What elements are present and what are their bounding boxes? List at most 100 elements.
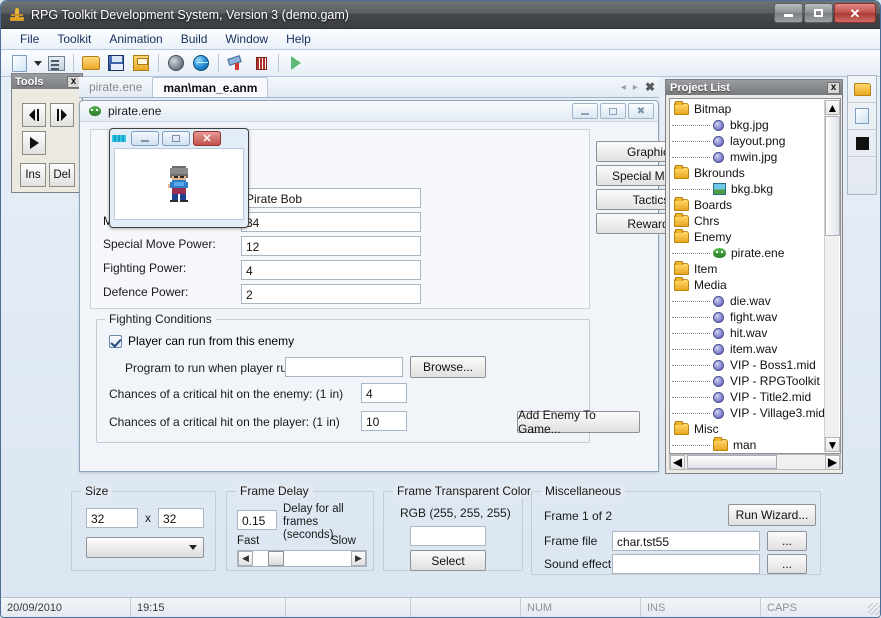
hscroll-thumb[interactable] — [687, 455, 777, 469]
select-color-button[interactable]: Select — [410, 550, 486, 571]
scroll-left-button[interactable]: ◀ — [670, 454, 685, 470]
tree-item[interactable]: die.wav — [672, 293, 840, 309]
tree-item[interactable]: Misc — [672, 421, 840, 437]
strip-folder-button[interactable] — [848, 76, 876, 103]
size-height-input[interactable]: 32 — [158, 508, 204, 528]
save-all-button[interactable] — [129, 52, 153, 74]
wizard-button[interactable] — [224, 52, 248, 74]
tree-item[interactable]: Bitmap — [672, 101, 840, 117]
menu-toolkit[interactable]: Toolkit — [48, 30, 100, 48]
tree-item[interactable]: Media — [672, 277, 840, 293]
tab-man-e-anm[interactable]: man\man_e.anm — [152, 77, 269, 97]
tab-close-icon[interactable]: ✖ — [645, 80, 655, 94]
tree-item[interactable]: mwin.jpg — [672, 149, 840, 165]
preview-maximize-button[interactable] — [162, 131, 190, 146]
menu-help[interactable]: Help — [277, 30, 320, 48]
defence-power-input[interactable]: 2 — [241, 284, 421, 304]
program-to-run-label: Program to run when player runs: — [125, 361, 304, 375]
size-width-input[interactable]: 32 — [86, 508, 138, 528]
special-move-power-input[interactable]: 12 — [241, 236, 421, 256]
scroll-up-button[interactable]: ▲ — [825, 100, 840, 115]
tree-item[interactable]: layout.png — [672, 133, 840, 149]
tree-item[interactable]: VIP - Title2.mid — [672, 389, 840, 405]
maximize-button[interactable] — [804, 3, 833, 23]
slider-right-arrow[interactable]: ▶ — [351, 551, 366, 566]
close-button[interactable]: ✕ — [834, 3, 876, 23]
mdi-close-button[interactable]: ✖ — [628, 103, 654, 119]
properties-button[interactable] — [44, 52, 68, 74]
tree-item[interactable]: bkg.jpg — [672, 117, 840, 133]
slider-left-arrow[interactable]: ◀ — [238, 551, 253, 566]
preview-close-button[interactable]: ✕ — [193, 131, 221, 146]
frame-file-browse-button[interactable]: ... — [767, 531, 807, 551]
resize-grip-icon[interactable] — [868, 603, 880, 615]
minimize-button[interactable] — [774, 3, 803, 23]
web-button[interactable] — [189, 52, 213, 74]
crit-enemy-input[interactable]: 4 — [361, 383, 407, 403]
add-enemy-to-game-button[interactable]: Add Enemy To Game... — [517, 408, 640, 436]
strip-document-button[interactable] — [848, 103, 876, 130]
scroll-right-button[interactable]: ▶ — [825, 454, 840, 470]
play-button[interactable] — [22, 131, 46, 155]
size-combo[interactable] — [86, 537, 204, 558]
fighting-power-input[interactable]: 4 — [241, 260, 421, 280]
tree-item[interactable]: hit.wav — [672, 325, 840, 341]
slider-thumb[interactable] — [268, 551, 284, 566]
save-button[interactable] — [104, 52, 128, 74]
tree-item[interactable]: VIP - RPGToolkit Fo — [672, 373, 840, 389]
menu-file[interactable]: File — [11, 30, 48, 48]
tree-item[interactable]: VIP - Boss1.mid — [672, 357, 840, 373]
project-tree-vscrollbar[interactable]: ▲ ▼ — [824, 100, 840, 452]
menu-window[interactable]: Window — [216, 30, 277, 48]
bars-button[interactable] — [249, 52, 273, 74]
tree-item[interactable]: Chrs — [672, 213, 840, 229]
frame-file-input[interactable]: char.tst55 — [612, 531, 760, 551]
project-tree[interactable]: Bitmap bkg.jpg layout.png mwin.jpg Bkrounds b… — [669, 98, 841, 454]
crit-player-input[interactable]: 10 — [361, 411, 407, 431]
frame-delay-slider[interactable]: ◀ ▶ — [237, 550, 367, 567]
tree-item[interactable]: Boards — [672, 197, 840, 213]
scroll-down-button[interactable]: ▼ — [825, 437, 840, 452]
frame-delay-input[interactable]: 0.15 — [237, 510, 277, 530]
mdi-maximize-button[interactable] — [600, 103, 626, 119]
disk-button[interactable] — [164, 52, 188, 74]
player-can-run-checkbox[interactable] — [109, 334, 122, 348]
max-health-limit-input[interactable]: 34 — [241, 212, 421, 232]
tree-item[interactable]: VIP - Village3.mid — [672, 405, 840, 421]
tree-item[interactable]: Item — [672, 261, 840, 277]
project-tree-hscrollbar[interactable]: ◀ ▶ — [669, 454, 841, 470]
delete-frame-button[interactable]: Del — [49, 163, 75, 187]
tree-item[interactable]: bkg.bkg — [672, 181, 840, 197]
tree-item[interactable]: item.wav — [672, 341, 840, 357]
open-button[interactable] — [79, 52, 103, 74]
tab-scroll-right-icon[interactable]: ▸ — [633, 82, 638, 93]
tree-item[interactable]: fight.wav — [672, 309, 840, 325]
run-button[interactable] — [284, 52, 308, 74]
strip-square-button[interactable] — [848, 130, 876, 157]
run-wizard-button[interactable]: Run Wizard... — [728, 504, 816, 526]
preview-minimize-button[interactable] — [131, 131, 159, 146]
step-forward-button[interactable] — [50, 103, 74, 127]
tree-item[interactable]: Bkrounds — [672, 165, 840, 181]
vscroll-thumb[interactable] — [825, 116, 840, 236]
tree-item[interactable]: Enemy — [672, 229, 840, 245]
tree-item[interactable]: man — [672, 437, 840, 453]
program-to-run-input[interactable] — [285, 357, 403, 377]
menu-build[interactable]: Build — [172, 30, 217, 48]
project-list-close-button[interactable]: x — [827, 81, 840, 94]
tab-scroll-left-icon[interactable]: ◂ — [621, 82, 626, 93]
new-document-dropdown[interactable] — [32, 52, 43, 74]
new-document-button[interactable] — [7, 52, 31, 74]
tree-item[interactable]: pirate.ene — [672, 245, 840, 261]
animation-properties-panel: Size 32 x 32 Frame Delay 0.15 Delay for … — [61, 483, 821, 587]
insert-frame-button[interactable]: Ins — [20, 163, 46, 187]
tab-pirate-ene[interactable]: pirate.ene — [79, 77, 152, 97]
transparent-color-swatch[interactable] — [410, 526, 486, 546]
enemy-name-input[interactable]: Pirate Bob — [241, 188, 421, 208]
step-back-button[interactable] — [22, 103, 46, 127]
sound-effect-browse-button[interactable]: ... — [767, 554, 807, 574]
mdi-minimize-button[interactable] — [572, 103, 598, 119]
menu-animation[interactable]: Animation — [100, 30, 171, 48]
sound-effect-input[interactable] — [612, 554, 760, 574]
browse-button[interactable]: Browse... — [410, 356, 486, 378]
